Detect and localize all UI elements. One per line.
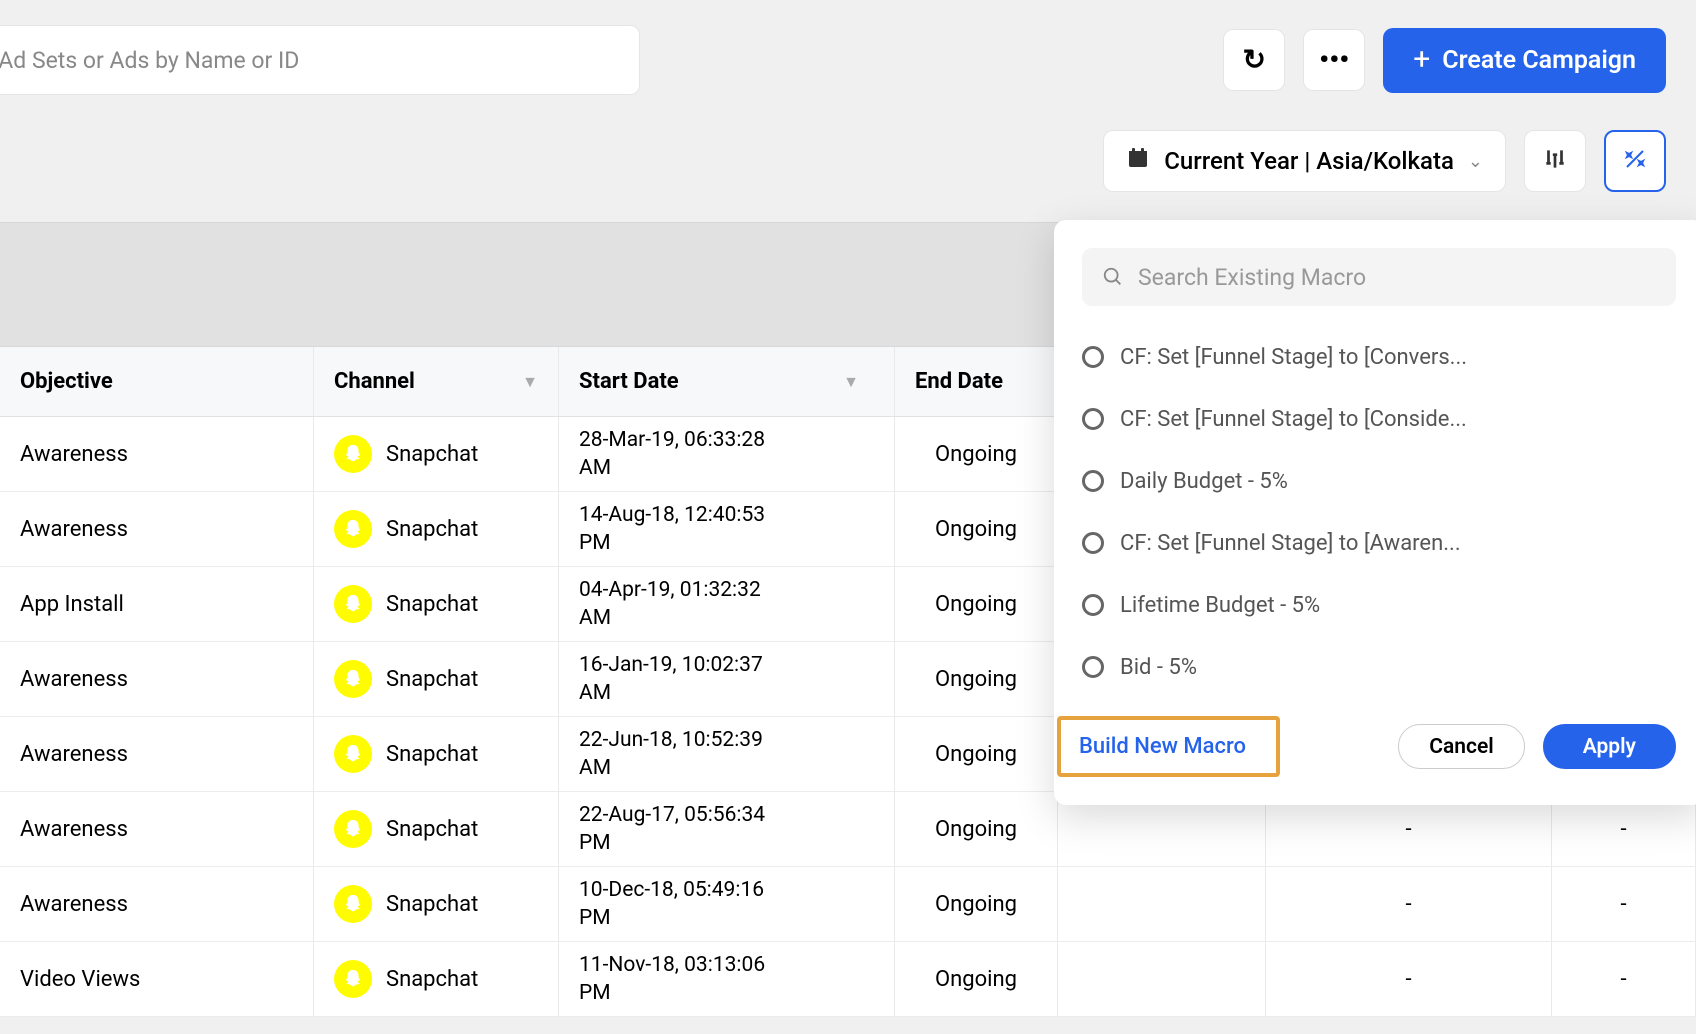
refresh-button[interactable]: ↻ [1223,29,1285,91]
cell-objective: Awareness [0,867,314,941]
date-range-button[interactable]: Current Year | Asia/Kolkata ⌄ [1103,130,1506,192]
table-row[interactable]: AwarenessSnapchat10-Dec-18, 05:49:16PMOn… [0,867,1696,942]
toolbar: ↻ ••• + Create Campaign [0,0,1696,120]
filter-icon: ▼ [843,372,859,392]
more-button[interactable]: ••• [1303,29,1365,91]
build-new-macro-link[interactable]: Build New Macro [1057,716,1280,777]
macro-item-label: Lifetime Budget - 5% [1120,593,1320,618]
cell-channel: Snapchat [314,867,559,941]
cell-start-date: 04-Apr-19, 01:32:32AM [559,567,895,641]
radio-icon [1082,470,1104,492]
cell-extra-1 [1058,867,1266,941]
macro-search-input[interactable] [1138,264,1656,291]
chevron-down-icon: ⌄ [1468,151,1483,172]
macro-item-label: Daily Budget - 5% [1120,469,1288,494]
cell-end-date: Ongoing [895,567,1058,641]
cell-start-date: 10-Dec-18, 05:49:16PM [559,867,895,941]
cell-start-date: 11-Nov-18, 03:13:06PM [559,942,895,1016]
snapchat-icon [334,510,372,548]
macro-footer: Build New Macro Cancel Apply [1082,698,1676,777]
cell-channel: Snapchat [314,792,559,866]
macro-item[interactable]: CF: Set [Funnel Stage] to [Conside... [1082,388,1676,450]
refresh-icon: ↻ [1243,46,1266,74]
macro-search-wrap [1082,248,1676,306]
columns-icon [1542,146,1568,177]
table-row[interactable]: Video ViewsSnapchat11-Nov-18, 03:13:06PM… [0,942,1696,1017]
cell-channel: Snapchat [314,942,559,1016]
cell-objective: Video Views [0,942,314,1016]
cell-extra-2: - [1266,867,1552,941]
cell-extra-3: - [1552,942,1696,1016]
cell-objective: Awareness [0,792,314,866]
cell-objective: Awareness [0,642,314,716]
cell-start-date: 28-Mar-19, 06:33:28AM [559,417,895,491]
cell-end-date: Ongoing [895,717,1058,791]
cell-extra-2: - [1266,942,1552,1016]
search-icon [1102,266,1124,288]
cell-start-date: 22-Jun-18, 10:52:39AM [559,717,895,791]
calendar-icon [1126,146,1150,176]
macro-item-label: Bid - 5% [1120,655,1197,680]
macro-item-label: CF: Set [Funnel Stage] to [Conside... [1120,407,1467,432]
column-objective[interactable]: Objective [0,347,314,416]
ellipsis-icon: ••• [1319,46,1349,74]
create-campaign-label: Create Campaign [1442,46,1636,75]
macro-item-label: CF: Set [Funnel Stage] to [Awaren... [1120,531,1461,556]
radio-icon [1082,532,1104,554]
plus-icon: + [1413,45,1430,75]
apply-button[interactable]: Apply [1543,724,1676,769]
filter-icon: ▼ [522,372,538,392]
macro-item[interactable]: Bid - 5% [1082,636,1676,698]
radio-icon [1082,346,1104,368]
cell-end-date: Ongoing [895,642,1058,716]
cell-end-date: Ongoing [895,492,1058,566]
cancel-button[interactable]: Cancel [1398,724,1524,769]
column-end-date[interactable]: End Date [895,347,1058,416]
snapchat-icon [334,885,372,923]
cell-objective: Awareness [0,492,314,566]
snapchat-icon [334,585,372,623]
column-start-date[interactable]: Start Date▼ [559,347,895,416]
radio-icon [1082,656,1104,678]
macro-popover: CF: Set [Funnel Stage] to [Convers... CF:… [1054,220,1696,805]
filter-bar: Current Year | Asia/Kolkata ⌄ [0,120,1696,222]
cell-start-date: 16-Jan-19, 10:02:37AM [559,642,895,716]
cell-objective: Awareness [0,417,314,491]
macro-item[interactable]: Daily Budget - 5% [1082,450,1676,512]
macro-item-label: CF: Set [Funnel Stage] to [Convers... [1120,345,1467,370]
macro-item[interactable]: Lifetime Budget - 5% [1082,574,1676,636]
cell-start-date: 22-Aug-17, 05:56:34PM [559,792,895,866]
cell-channel: Snapchat [314,642,559,716]
cell-end-date: Ongoing [895,417,1058,491]
snapchat-icon [334,660,372,698]
search-input[interactable] [0,25,640,95]
wand-icon [1623,147,1647,176]
cell-end-date: Ongoing [895,792,1058,866]
macro-item[interactable]: CF: Set [Funnel Stage] to [Convers... [1082,326,1676,388]
cell-channel: Snapchat [314,717,559,791]
snapchat-icon [334,435,372,473]
cell-objective: Awareness [0,717,314,791]
radio-icon [1082,594,1104,616]
snapchat-icon [334,960,372,998]
cell-channel: Snapchat [314,567,559,641]
cell-channel: Snapchat [314,492,559,566]
macro-list: CF: Set [Funnel Stage] to [Convers... CF:… [1082,326,1676,698]
cell-objective: App Install [0,567,314,641]
cell-start-date: 14-Aug-18, 12:40:53PM [559,492,895,566]
snapchat-icon [334,735,372,773]
date-range-label: Current Year | Asia/Kolkata [1164,147,1454,175]
cell-extra-3: - [1552,867,1696,941]
cell-extra-1 [1058,942,1266,1016]
column-channel[interactable]: Channel▼ [314,347,559,416]
macro-wand-button[interactable] [1604,130,1666,192]
create-campaign-button[interactable]: + Create Campaign [1383,28,1666,93]
columns-button[interactable] [1524,130,1586,192]
cell-channel: Snapchat [314,417,559,491]
macro-item[interactable]: CF: Set [Funnel Stage] to [Awaren... [1082,512,1676,574]
snapchat-icon [334,810,372,848]
cell-end-date: Ongoing [895,942,1058,1016]
cell-end-date: Ongoing [895,867,1058,941]
radio-icon [1082,408,1104,430]
